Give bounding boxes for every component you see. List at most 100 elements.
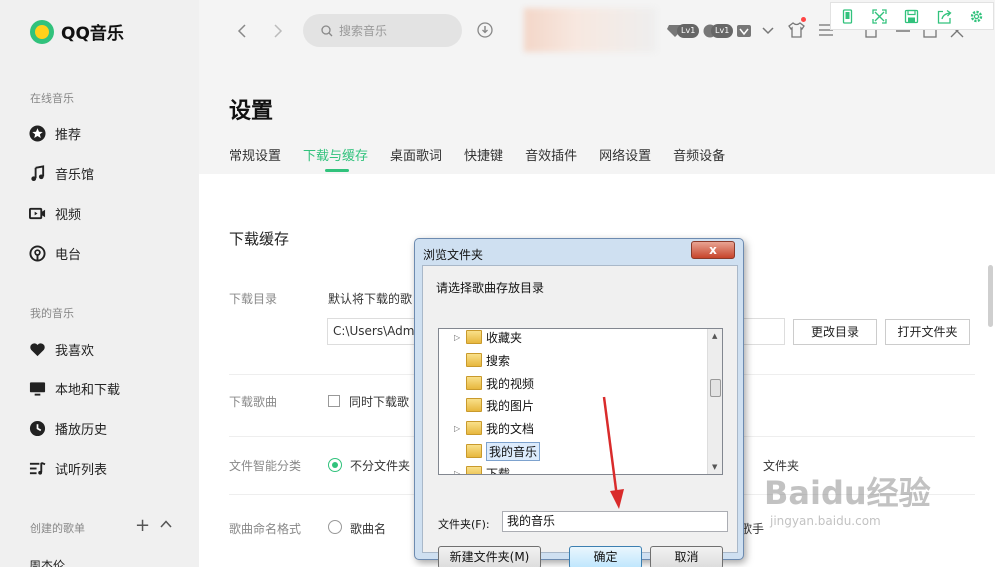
folder-tree[interactable]: ▷ 收藏夹 搜索 我的视频 我的图片 ▷ 我的文档 我的音乐 ▷ 下载 ▲ ▼ <box>438 328 723 475</box>
tree-scrollbar[interactable]: ▲ ▼ <box>707 329 722 474</box>
level-badge: Lv1 <box>711 24 734 38</box>
tree-item-selected[interactable]: 我的音乐 <box>454 441 541 461</box>
my-music-title: 我的音乐 <box>30 307 74 320</box>
dialog-prompt: 请选择歌曲存放目录 <box>436 281 545 295</box>
tab-shortcuts[interactable]: 快捷键 <box>464 145 503 164</box>
sidebar-item-label: 我喜欢 <box>55 343 95 359</box>
no-folder-radio[interactable] <box>328 458 342 472</box>
back-arrow-icon[interactable] <box>237 24 247 38</box>
gear-icon[interactable] <box>969 9 984 24</box>
naming-format-label: 歌曲命名格式 <box>229 522 302 536</box>
ok-button[interactable]: 确定 <box>569 546 642 567</box>
tab-desktop-lyrics[interactable]: 桌面歌词 <box>390 145 442 164</box>
scroll-thumb[interactable] <box>710 379 721 397</box>
section-title: 下载缓存 <box>229 230 290 248</box>
tree-item[interactable]: ▷ 下载 <box>454 463 510 475</box>
download-songs-label: 下载歌曲 <box>229 395 278 409</box>
user-avatar[interactable] <box>524 8 656 52</box>
smart-classify-label: 文件智能分类 <box>229 459 302 473</box>
download-lyrics-checkbox[interactable] <box>328 395 340 407</box>
watermark-main: Baidu经验 <box>764 474 931 512</box>
dialog-close-button[interactable]: x <box>691 241 735 259</box>
page-title: 设置 <box>229 99 274 124</box>
online-music-title: 在线音乐 <box>30 92 74 105</box>
sidebar-item-label: 电台 <box>55 247 82 263</box>
app-logo[interactable]: QQ音乐 <box>30 19 124 44</box>
search-box[interactable]: 搜索音乐 <box>303 14 462 47</box>
tree-item[interactable]: ▷ 收藏夹 <box>454 329 523 347</box>
tab-audio-device[interactable]: 音频设备 <box>673 145 725 164</box>
annotation-arrow-icon <box>602 396 624 509</box>
sidebar-item-label: 音乐馆 <box>55 167 95 183</box>
tree-item[interactable]: 我的图片 <box>454 395 534 415</box>
playlist-icon <box>29 461 46 475</box>
forward-arrow-icon[interactable] <box>273 24 283 38</box>
scroll-down-icon[interactable]: ▼ <box>712 463 717 471</box>
music-note-icon <box>31 164 45 181</box>
minimize-icon[interactable] <box>896 30 910 32</box>
tab-network[interactable]: 网络设置 <box>599 145 651 164</box>
playlist-item[interactable]: 周杰伦 <box>29 555 65 567</box>
tree-item-label: 收藏夹 <box>486 330 523 345</box>
tab-sound-plugins[interactable]: 音效插件 <box>525 145 577 164</box>
tree-expander-icon[interactable]: ▷ <box>454 333 464 342</box>
scroll-up-icon[interactable]: ▲ <box>712 332 717 340</box>
tree-expander-icon[interactable]: ▷ <box>454 469 464 475</box>
folder-icon <box>466 444 482 458</box>
download-dir-desc: 默认将下载的歌 <box>328 292 413 306</box>
folder-icon <box>466 466 482 474</box>
sidebar-item-music-hall[interactable]: 音乐馆 <box>29 163 94 183</box>
chevron-down-icon[interactable] <box>762 27 774 35</box>
folder-icon <box>466 421 482 435</box>
share-icon[interactable] <box>937 9 952 24</box>
sidebar-item-video[interactable]: 视频 <box>29 203 81 223</box>
page-scrollbar[interactable] <box>988 265 993 327</box>
chevron-up-icon[interactable] <box>160 518 172 530</box>
sidebar-item-label: 视频 <box>55 207 82 223</box>
tree-item[interactable]: 搜索 <box>454 350 510 370</box>
created-playlists-title: 创建的歌单 <box>30 522 85 535</box>
sidebar-item-recommend[interactable]: 推荐 <box>29 123 81 143</box>
green-diamond-icon[interactable] <box>736 24 752 38</box>
download-lyrics-label: 同时下载歌 <box>349 395 410 409</box>
sidebar-item-radio[interactable]: 电台 <box>29 243 81 263</box>
expand-icon[interactable] <box>872 8 887 24</box>
change-dir-button[interactable]: 更改目录 <box>793 319 877 345</box>
tab-download-cache[interactable]: 下载与缓存 <box>303 145 368 172</box>
tree-item[interactable]: ▷ 我的文档 <box>454 418 534 438</box>
save-icon[interactable] <box>904 9 919 24</box>
qq-music-logo-icon <box>30 19 54 44</box>
open-folder-button[interactable]: 打开文件夹 <box>885 319 970 345</box>
tab-general[interactable]: 常规设置 <box>229 145 281 164</box>
skin-shirt-icon[interactable] <box>788 22 805 38</box>
cancel-button[interactable]: 取消 <box>650 546 723 567</box>
baidu-watermark: Baidu经验 jingyan.baidu.com <box>764 468 931 528</box>
new-folder-button[interactable]: 新建文件夹(M) <box>438 546 541 567</box>
phone-icon[interactable] <box>840 8 855 24</box>
sidebar: QQ音乐 在线音乐 推荐 音乐馆 视频 电台 我的音乐 我喜欢 本地和下载 播放… <box>0 0 199 567</box>
voice-search-icon[interactable] <box>477 22 493 38</box>
song-name-radio[interactable] <box>328 520 342 534</box>
radio-icon <box>29 244 46 262</box>
sidebar-item-label: 播放历史 <box>55 422 108 438</box>
add-playlist-icon[interactable]: + <box>135 515 150 536</box>
tree-item-label: 我的图片 <box>486 398 535 413</box>
tree-expander-icon[interactable]: ▷ <box>454 424 464 433</box>
tree-item-label: 我的视频 <box>486 376 535 391</box>
sidebar-item-favorites[interactable]: 我喜欢 <box>29 339 94 359</box>
song-name-label: 歌曲名 <box>350 522 387 536</box>
folder-icon <box>466 353 482 367</box>
sidebar-item-trial-list[interactable]: 试听列表 <box>29 458 107 478</box>
star-icon <box>29 124 46 142</box>
search-placeholder: 搜索音乐 <box>339 24 388 38</box>
playlist-item-label: 周杰伦 <box>29 558 66 567</box>
sidebar-item-local-download[interactable]: 本地和下载 <box>29 378 120 398</box>
level-badge: Lv1 <box>677 24 700 38</box>
folder-field-label: 文件夹(F): <box>438 518 490 531</box>
tree-item[interactable]: 我的视频 <box>454 373 534 393</box>
download-dir-label: 下载目录 <box>229 292 278 306</box>
folder-name-input[interactable]: 我的音乐 <box>502 511 728 532</box>
history-icon <box>29 420 46 436</box>
no-folder-label: 不分文件夹 <box>350 459 411 473</box>
sidebar-item-history[interactable]: 播放历史 <box>29 418 107 438</box>
